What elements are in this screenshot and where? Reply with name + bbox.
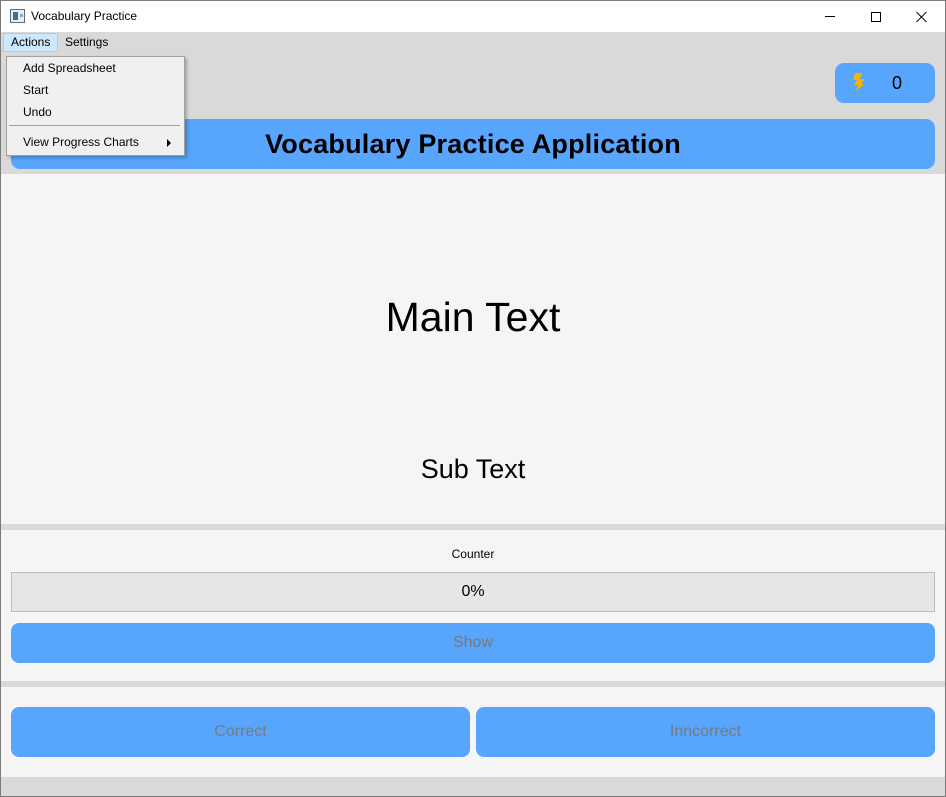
show-button[interactable]: Show xyxy=(11,623,935,663)
maximize-button[interactable] xyxy=(853,1,899,32)
streak-badge: 0 xyxy=(835,63,935,103)
correct-button[interactable]: Correct xyxy=(11,707,470,757)
answer-section: Correct Inncorrect xyxy=(1,687,945,777)
incorrect-button[interactable]: Inncorrect xyxy=(476,707,935,757)
main-text: Main Text xyxy=(385,294,561,340)
menu-item-view-progress-charts[interactable]: View Progress Charts xyxy=(8,131,183,153)
menu-bar: Actions Settings xyxy=(1,32,945,53)
app-window: Vocabulary Practice Actions Settings 0 V… xyxy=(0,0,946,797)
streak-count: 0 xyxy=(892,73,903,93)
menu-separator xyxy=(9,125,180,126)
maximize-icon xyxy=(871,11,881,22)
app-heading: Vocabulary Practice Application xyxy=(265,128,681,159)
window-title: Vocabulary Practice xyxy=(31,9,138,23)
menu-item-start[interactable]: Start xyxy=(8,79,183,101)
progress-bar: 0% xyxy=(11,572,935,612)
sub-text: Sub Text xyxy=(420,454,526,484)
actions-dropdown-menu: Add Spreadsheet Start Undo View Progress… xyxy=(6,56,185,156)
menu-settings[interactable]: Settings xyxy=(58,33,115,52)
counter-label: Counter xyxy=(451,547,495,561)
close-icon xyxy=(916,11,928,23)
minimize-icon xyxy=(825,16,835,17)
progress-text: 0% xyxy=(461,583,485,600)
minimize-button[interactable] xyxy=(807,1,853,32)
flashcard-area: Main Text Sub Text xyxy=(1,174,945,524)
menu-item-undo[interactable]: Undo xyxy=(8,101,183,123)
app-icon xyxy=(10,9,25,23)
bottom-strip xyxy=(1,777,945,796)
menu-actions[interactable]: Actions xyxy=(3,33,59,52)
menu-item-add-spreadsheet[interactable]: Add Spreadsheet xyxy=(8,57,183,79)
menu-item-label: View Progress Charts xyxy=(23,135,139,149)
close-button[interactable] xyxy=(899,1,945,32)
counter-section: Counter 0% Show xyxy=(1,530,945,681)
submenu-arrow-icon xyxy=(167,139,171,147)
title-bar[interactable]: Vocabulary Practice xyxy=(1,1,945,32)
lightning-bolt-icon xyxy=(853,73,865,91)
